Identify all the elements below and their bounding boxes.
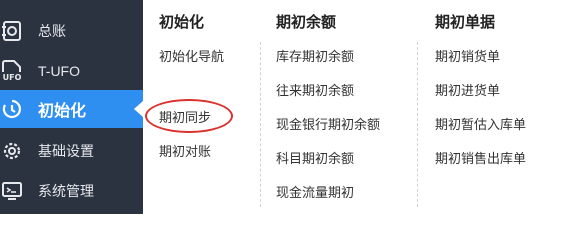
sidebar: 总账 UFO T-UFO 初始化 基础设置 系统管理 [0, 0, 143, 214]
menu-item-opening-purchase[interactable]: 期初进货单 [435, 80, 500, 99]
column-title-opening-documents: 期初单据 [435, 14, 496, 31]
svg-text:UFO: UFO [3, 73, 22, 82]
gear-icon [0, 139, 24, 163]
menu-item-opening-reconcile[interactable]: 期初对账 [159, 141, 211, 160]
sidebar-item-label: 初始化 [38, 103, 87, 120]
sidebar-item-label: 系统管理 [38, 183, 94, 199]
column-divider [260, 42, 261, 207]
sidebar-item-tufo[interactable]: UFO T-UFO [0, 52, 143, 90]
column-title-init: 初始化 [159, 14, 205, 31]
column-divider [417, 42, 418, 207]
menu-item-subject-opening[interactable]: 科目期初余额 [276, 148, 354, 167]
menu-item-cashflow-opening[interactable]: 现金流量期初 [276, 182, 354, 201]
ledger-icon [0, 19, 24, 43]
monitor-icon [0, 179, 24, 203]
sidebar-item-label: 基础设置 [38, 143, 94, 159]
sidebar-item-ledger[interactable]: 总账 [0, 12, 143, 50]
menu-item-inventory-opening[interactable]: 库存期初余额 [276, 46, 354, 65]
menu-item-opening-estimated-receipt[interactable]: 期初暂估入库单 [435, 114, 526, 133]
menu-item-opening-sales-outbound[interactable]: 期初销售出库单 [435, 148, 526, 167]
sidebar-item-init[interactable]: 初始化 [0, 90, 143, 128]
highlight-circle [145, 99, 233, 133]
sidebar-item-basic-settings[interactable]: 基础设置 [0, 132, 143, 170]
column-title-opening-balance: 期初余额 [276, 14, 337, 31]
menu-item-opening-sales[interactable]: 期初销货单 [435, 46, 500, 65]
menu-item-cash-bank-opening[interactable]: 现金银行期初余额 [276, 114, 380, 133]
init-icon [0, 97, 24, 121]
ufo-icon: UFO [0, 59, 24, 83]
menu-item-init-guide[interactable]: 初始化导航 [159, 46, 224, 65]
sidebar-item-label: T-UFO [38, 63, 80, 79]
menu-item-account-opening[interactable]: 往来期初余额 [276, 80, 354, 99]
sidebar-item-label: 总账 [38, 23, 66, 39]
sidebar-item-system-admin[interactable]: 系统管理 [0, 172, 143, 210]
